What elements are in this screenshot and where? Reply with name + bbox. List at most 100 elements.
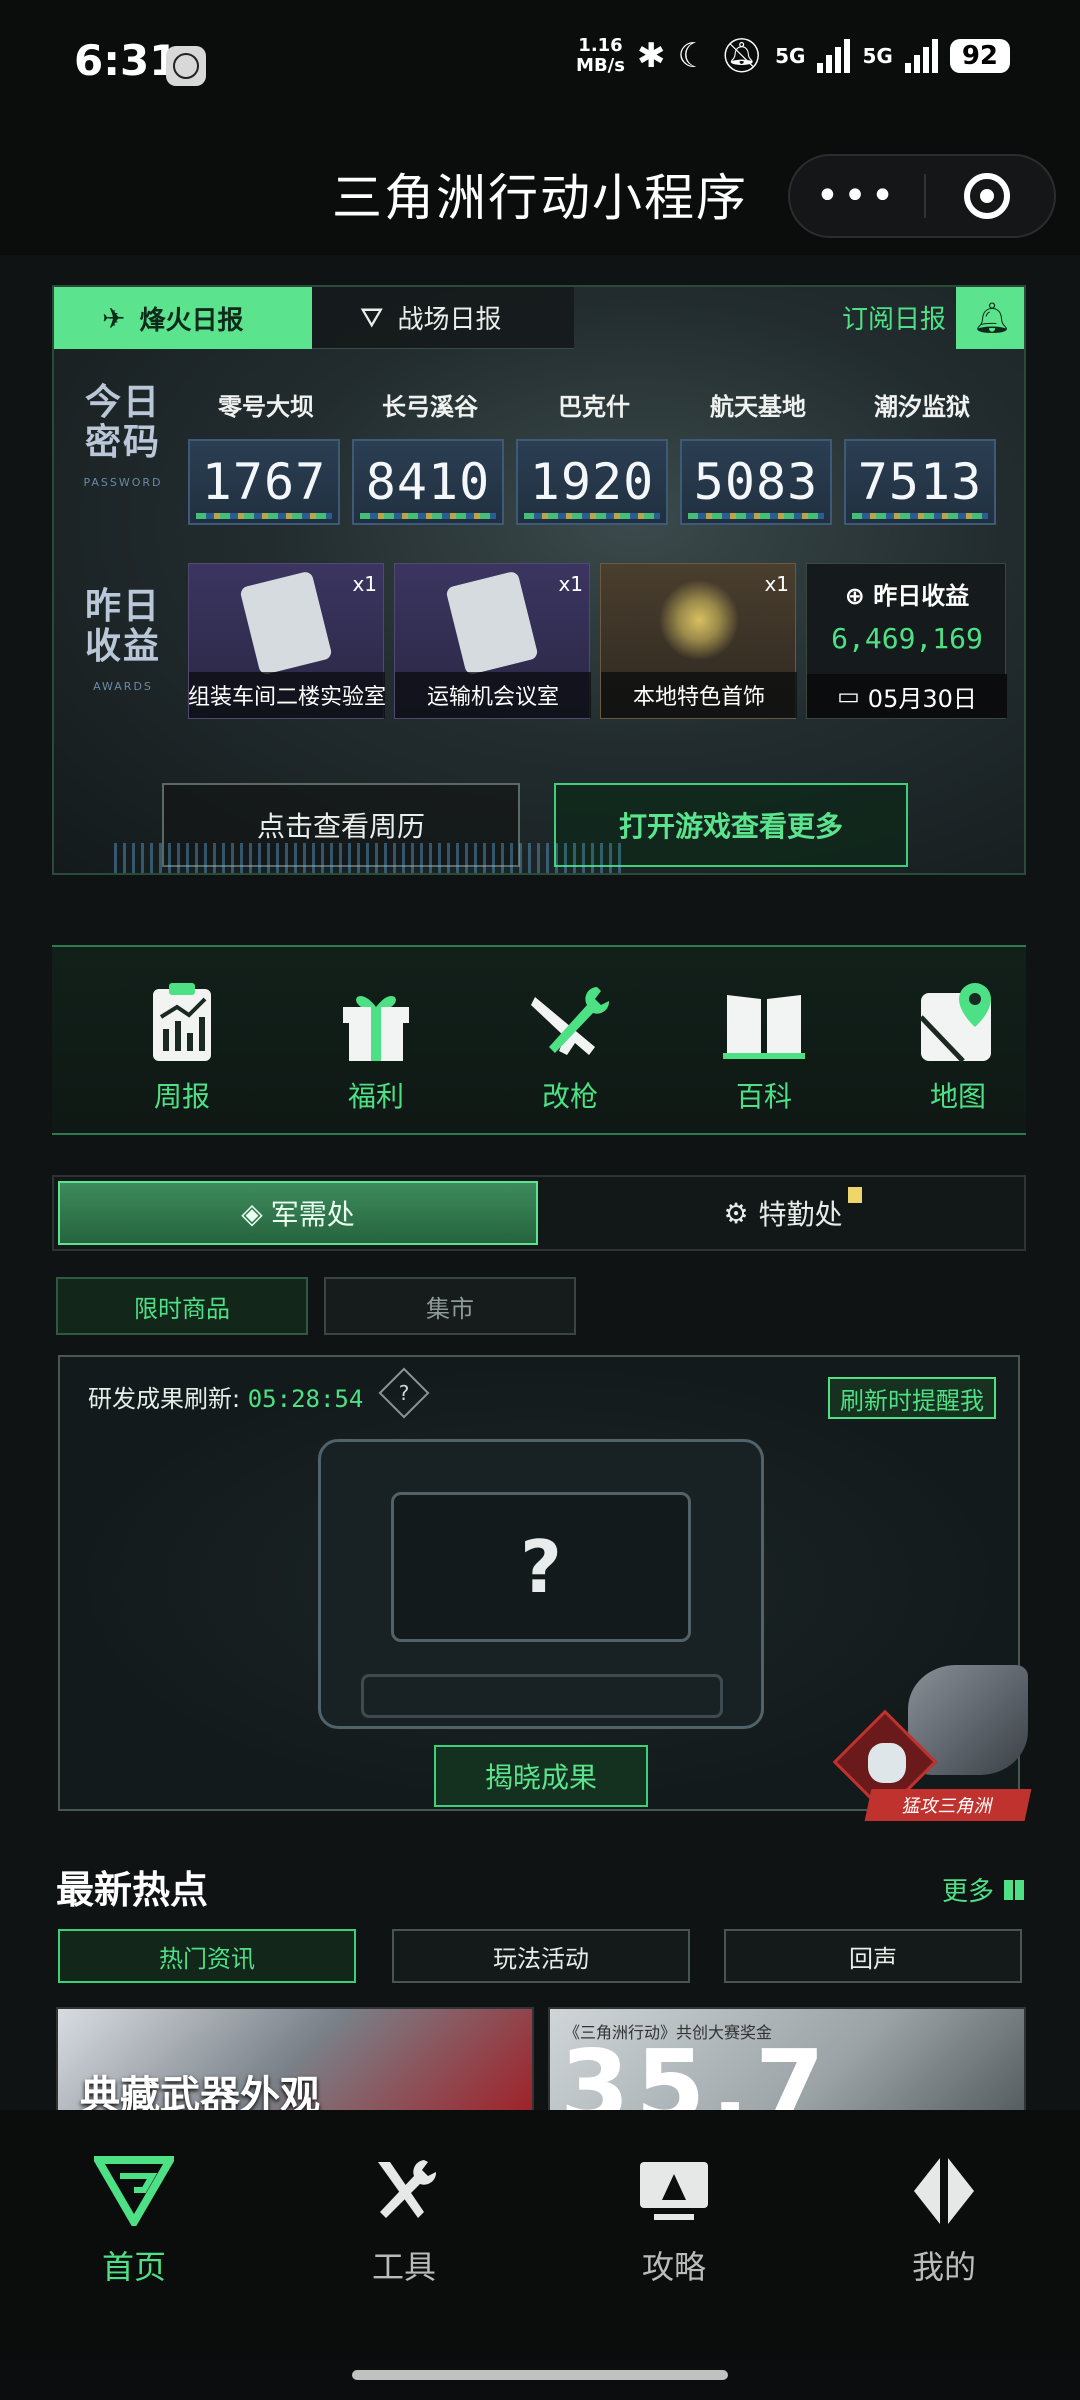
password-code[interactable]: 8410	[352, 439, 504, 525]
report-tabs: ✈ 烽火日报 ⛛ 战场日报 订阅日报 🔔︎	[54, 287, 1024, 349]
crate-question-mark: ?	[391, 1492, 691, 1642]
status-time: 6:31	[74, 36, 179, 85]
tab-gameplay-events[interactable]: 玩法活动	[392, 1929, 690, 1983]
shortcut-map[interactable]: 地图	[888, 977, 1028, 1115]
bottom-navigation: 首页 工具 攻略 我的	[0, 2110, 1080, 2360]
password-map-names: 零号大坝 长弓溪谷 巴克什 航天基地 潮汐监狱	[188, 387, 1018, 423]
news-headline: 典藏武器外观	[80, 2073, 320, 2110]
nav-home[interactable]: 首页	[34, 2156, 234, 2288]
countdown: 05:28:54	[247, 1385, 364, 1413]
emblem-icon: ⛛	[360, 300, 384, 334]
diamond-icon: ◈	[241, 1196, 263, 1230]
shortcut-gun-mod[interactable]: 改枪	[500, 977, 640, 1115]
tab-echo[interactable]: 回声	[724, 1929, 1022, 1983]
keycard-image	[445, 570, 539, 676]
report-clipboard-icon	[153, 983, 211, 1061]
password-code[interactable]: 1767	[188, 439, 340, 525]
item-name: 本地特色首饰	[601, 672, 797, 718]
store-segment-control: ◈ 军需处 ⚙ 特勤处	[52, 1175, 1026, 1251]
crate-base	[361, 1674, 723, 1718]
yesterday-earnings-card: ⊕ 昨日收益 6,469,169 ▭ 05月30日	[806, 563, 1007, 719]
status-indicators: 1.16 MB/s ✱ ☾ 🔕︎ 5G 5G 92	[576, 36, 1010, 76]
tab-special-ops[interactable]: ⚙ 特勤处	[544, 1181, 1022, 1245]
shortcut-welfare[interactable]: 福利	[306, 977, 446, 1115]
map-pin-icon	[919, 983, 991, 1063]
map-name: 潮汐监狱	[874, 393, 970, 421]
bell-icon[interactable]: 🔔︎	[956, 287, 1024, 349]
more-button[interactable]: •••	[790, 156, 924, 236]
book-icon	[723, 995, 805, 1059]
tab-market[interactable]: 集市	[324, 1277, 576, 1335]
earnings-value: 6,469,169	[831, 622, 983, 655]
subscribe-report-link[interactable]: 订阅日报	[842, 299, 946, 336]
bluetooth-icon: ✱	[636, 36, 666, 76]
main-content[interactable]: ✈ 烽火日报 ⛛ 战场日报 订阅日报 🔔︎ 今日密码 PASSWORD 零号大坝…	[0, 255, 1080, 2110]
audio-wave-decoration	[114, 843, 624, 873]
signal-bars-icon	[904, 39, 938, 73]
map-name: 零号大坝	[218, 393, 314, 421]
home-logo-icon	[94, 2156, 174, 2226]
more-link[interactable]: 更多	[942, 1871, 1024, 1908]
tab-quartermaster[interactable]: ◈ 军需处	[58, 1181, 538, 1245]
close-button[interactable]	[920, 156, 1054, 236]
clock-app-icon	[166, 46, 206, 86]
news-card[interactable]: 《三角洲行动》共创大赛奖金 35.7	[548, 2007, 1026, 2110]
mini-program-title-bar: 三角洲行动小程序 •••	[0, 120, 1080, 255]
tab-fenghuo-report[interactable]: ✈ 烽火日报	[54, 287, 312, 349]
mascot-banner: 猛攻三角洲	[864, 1789, 1032, 1821]
shortcut-wiki[interactable]: 百科	[694, 977, 834, 1115]
earnings-title: ⊕ 昨日收益	[844, 582, 970, 610]
item-name: 组装车间二楼实验室	[188, 672, 386, 718]
award-item-card[interactable]: x1 本地特色首饰	[600, 563, 797, 719]
status-bar: 6:31 1.16 MB/s ✱ ☾ 🔕︎ 5G 5G 92	[0, 0, 1080, 120]
gear-icon: ⚙	[723, 1196, 749, 1230]
item-quantity: x1	[558, 572, 583, 596]
monitor-icon	[640, 2162, 708, 2220]
map-name: 航天基地	[710, 393, 806, 421]
award-item-card[interactable]: x1 运输机会议室	[394, 563, 591, 719]
mascot-floating-badge[interactable]: 猛攻三角洲	[832, 1665, 1038, 1825]
network-speed: 1.16 MB/s	[576, 35, 625, 76]
new-badge	[848, 1187, 862, 1203]
tab-battlefield-report[interactable]: ⛛ 战场日报	[312, 287, 574, 349]
nav-tools[interactable]: 工具	[304, 2156, 504, 2288]
help-icon[interactable]: ?	[378, 1367, 430, 1419]
tab-hot-news[interactable]: 热门资讯	[58, 1929, 356, 1983]
profile-emblem-icon	[914, 2156, 974, 2226]
award-item-card[interactable]: x1 组装车间二楼实验室	[188, 563, 386, 719]
gem-icon	[868, 1743, 906, 1783]
tab-limited-goods[interactable]: 限时商品	[56, 1277, 308, 1335]
password-code[interactable]: 1920	[516, 439, 668, 525]
daily-report-card: ✈ 烽火日报 ⛛ 战场日报 订阅日报 🔔︎ 今日密码 PASSWORD 零号大坝…	[52, 285, 1026, 875]
news-card[interactable]: 典藏武器外观	[56, 2007, 534, 2110]
shortcut-row: 周报 福利 改枪 百科 地图	[52, 945, 1026, 1135]
target-circle-icon	[964, 173, 1010, 219]
shortcut-weekly-report[interactable]: 周报	[112, 977, 252, 1115]
mystery-crate: ?	[318, 1439, 764, 1729]
bell-off-icon: 🔕︎	[719, 36, 764, 76]
refresh-timer: 研发成果刷新: 05:28:54	[88, 1385, 364, 1413]
remind-me-button[interactable]: 刷新时提醒我	[828, 1377, 996, 1419]
nav-guides[interactable]: 攻略	[574, 2156, 774, 2288]
tools-icon	[378, 2160, 437, 2218]
drone-icon: ✈	[102, 301, 126, 335]
gun-wrench-icon	[531, 987, 610, 1055]
reveal-result-button[interactable]: 揭晓成果	[434, 1745, 648, 1807]
jewelry-image	[647, 578, 751, 662]
item-name: 运输机会议室	[395, 672, 591, 718]
password-code[interactable]: 7513	[844, 439, 996, 525]
calendar-icon: ▭	[837, 682, 860, 710]
item-quantity: x1	[352, 572, 377, 596]
item-quantity: x1	[764, 572, 789, 596]
home-indicator[interactable]	[352, 2370, 728, 2380]
password-code[interactable]: 5083	[680, 439, 832, 525]
nav-profile[interactable]: 我的	[844, 2156, 1044, 2288]
keycard-image	[239, 570, 333, 676]
earnings-date: ▭ 05月30日	[807, 674, 1007, 718]
capsule-menu: •••	[788, 154, 1056, 238]
map-name: 长弓溪谷	[382, 393, 478, 421]
coin-icon: ⊕	[844, 582, 865, 610]
signal-label-2: 5G	[862, 44, 893, 68]
password-section-label: 今日密码 PASSWORD	[83, 382, 163, 490]
gift-icon	[343, 996, 409, 1061]
